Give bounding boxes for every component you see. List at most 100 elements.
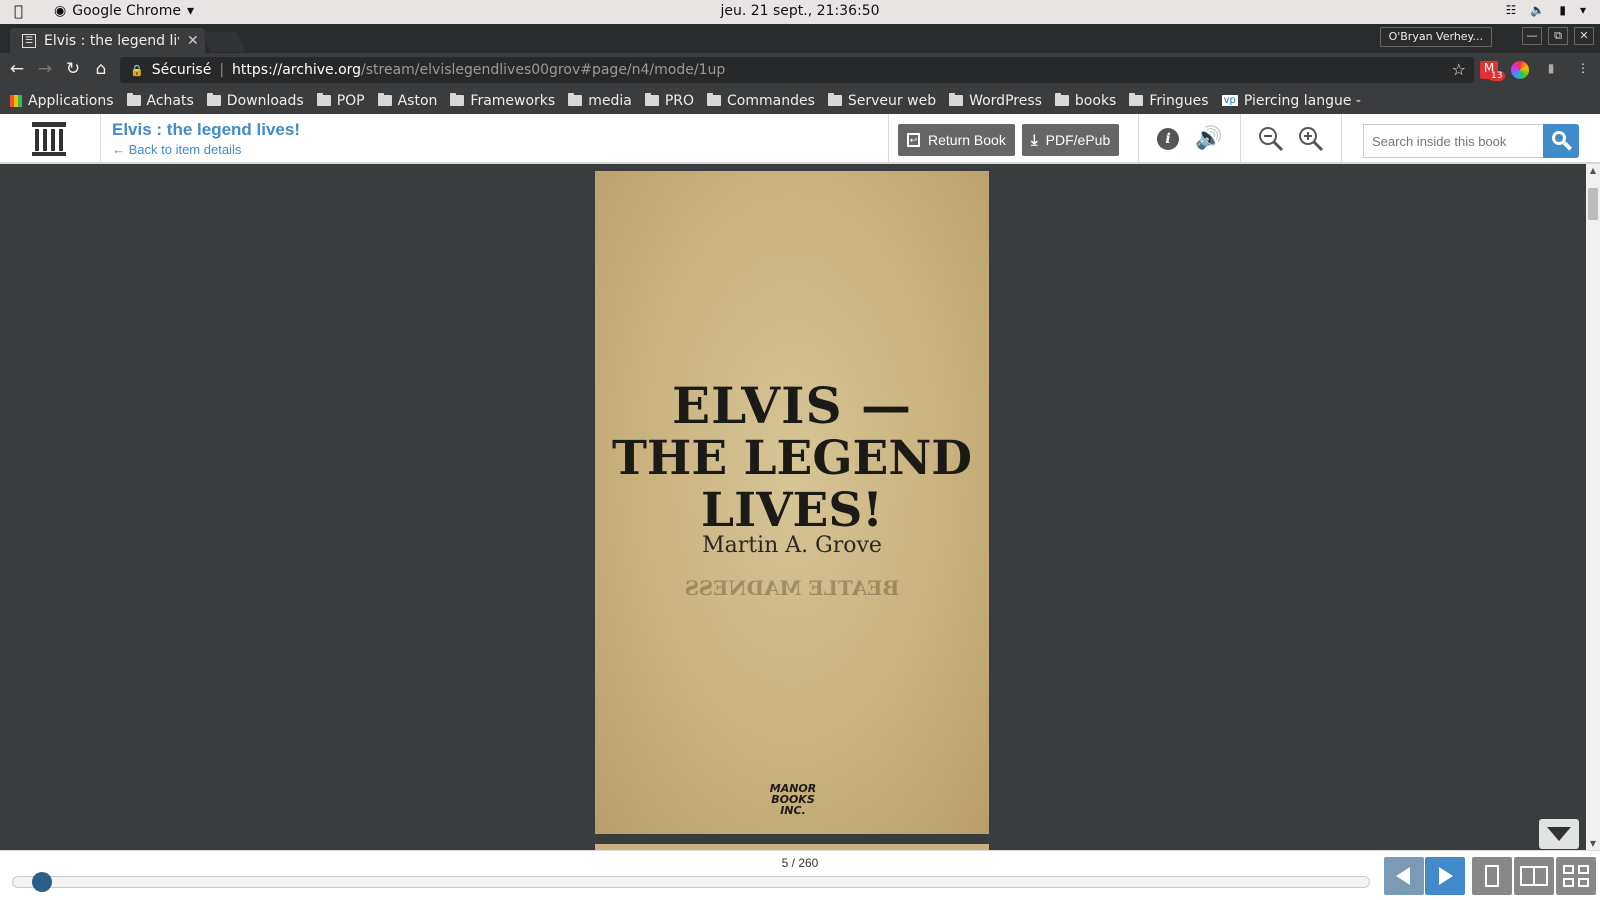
folder-icon — [316, 93, 331, 106]
color-picker-extension-icon[interactable] — [1511, 61, 1529, 79]
download-pdf-epub-button[interactable]: ⤓ PDF/ePub — [1022, 124, 1120, 156]
zoom-in-icon[interactable] — [1298, 126, 1324, 152]
divider — [100, 114, 101, 162]
secure-label: Sécurisé — [151, 62, 212, 78]
minimize-icon[interactable]: — — [1522, 27, 1542, 45]
divider — [1341, 114, 1342, 162]
bookmark-label: Commandes — [727, 92, 815, 109]
download-icon: ⤓ — [1031, 131, 1038, 149]
app-name: Google Chrome — [72, 3, 181, 19]
bookmark-item[interactable]: vp Piercing langue - — [1221, 93, 1361, 109]
chevron-down-icon[interactable]: ▾ — [1580, 3, 1586, 17]
folder-icon — [206, 93, 221, 106]
bookmark-label: WordPress — [969, 92, 1042, 109]
info-icon[interactable]: i — [1157, 128, 1179, 150]
folder-icon — [377, 93, 392, 106]
folder-icon — [707, 93, 722, 106]
bookmark-item[interactable]: POP — [316, 93, 365, 109]
page-author: Martin A. Grove — [702, 533, 882, 558]
reload-icon[interactable]: ↻ — [62, 59, 84, 79]
bookmark-item[interactable]: Fringues — [1129, 92, 1209, 109]
volume-icon[interactable]: 🔈 — [1530, 3, 1545, 17]
book-viewer[interactable]: BEATLE MADNESS ELVIS — THE LEGEND LIVES!… — [0, 164, 1586, 850]
scroll-up-icon[interactable]: ▲ — [1586, 166, 1600, 175]
book-title[interactable]: Elvis : the legend lives! — [112, 120, 300, 140]
menu-kebab-icon[interactable]: ⋮ — [1574, 61, 1592, 79]
url-path: /stream/elvislegendlives00grov#page/n4/m… — [361, 62, 726, 78]
profile-button[interactable]: O'Bryan Verhey... — [1379, 27, 1492, 47]
two-page-view-button[interactable] — [1514, 857, 1554, 895]
app-menu[interactable]: ◉ Google Chrome ▾ — [54, 3, 194, 19]
close-tab-icon[interactable]: ✕ — [187, 33, 199, 49]
page-title-line-3: LIVES! — [701, 483, 883, 538]
extension-icon[interactable]: ▮ — [1542, 61, 1560, 79]
viewer-scrollbar[interactable]: ▲ ▼ — [1586, 164, 1600, 850]
bookmark-item[interactable]: Commandes — [707, 93, 815, 109]
page-slider-handle[interactable] — [32, 872, 53, 892]
bookmark-item[interactable]: PRO — [644, 92, 695, 109]
bookmark-item[interactable]: Applications — [10, 93, 114, 109]
bookmark-label: Frameworks — [470, 92, 556, 109]
bookmark-item[interactable]: Aston — [377, 92, 438, 109]
gmail-badge: 13 — [1488, 71, 1506, 81]
forward-arrow-icon[interactable]: → — [34, 59, 56, 79]
browser-toolbar: ← → ↻ ⌂ 🔒 Sécurisé | https://archive.org… — [0, 53, 1600, 87]
search-button[interactable] — [1543, 124, 1579, 158]
tab-title: Elvis : the legend lives! — [44, 32, 179, 49]
archive-favicon-icon: ☰ — [22, 33, 36, 48]
bookmark-item[interactable]: media — [568, 93, 632, 109]
apple-icon[interactable]:  — [14, 2, 23, 20]
separator: | — [219, 62, 225, 78]
bookmark-label: Fringues — [1149, 92, 1209, 109]
lock-icon: 🔒 — [130, 63, 144, 77]
bookmark-label: Serveur web — [847, 92, 937, 109]
book-page[interactable]: BEATLE MADNESS ELVIS — THE LEGEND LIVES!… — [595, 171, 989, 834]
page-indicator: 5 / 260 — [781, 856, 819, 870]
divider — [888, 114, 889, 162]
bookreader-footer: 5 / 260 — [0, 850, 1600, 900]
folder-icon — [1054, 93, 1069, 106]
folder-icon — [949, 93, 964, 106]
internet-archive-logo-icon[interactable] — [32, 122, 66, 156]
battery-icon[interactable]: ▮ — [1559, 3, 1566, 17]
bookmark-item[interactable]: Frameworks — [450, 93, 555, 109]
toggle-navbar-button[interactable] — [1539, 819, 1579, 849]
browser-tab[interactable]: ☰ Elvis : the legend lives! ✕ — [10, 28, 205, 53]
home-icon[interactable]: ⌂ — [90, 59, 112, 79]
system-tray: ☷ 🔈 ▮ ▾ — [1506, 3, 1586, 17]
bookmark-item[interactable]: WordPress — [949, 93, 1042, 109]
bookmark-label: Aston — [397, 92, 438, 109]
bookmark-item[interactable]: Downloads — [206, 93, 304, 109]
previous-page-button[interactable] — [1384, 857, 1424, 895]
tab-strip: ☰ Elvis : the legend lives! ✕ O'Bryan Ve… — [0, 24, 1600, 53]
bookreader-header: Elvis : the legend lives! ← Back to item… — [0, 114, 1600, 164]
bookmark-label: Applications — [28, 92, 114, 109]
address-bar[interactable]: 🔒 Sécurisé | https://archive.org/stream/… — [120, 57, 1474, 83]
page-title-line-1: ELVIS — — [671, 376, 913, 435]
bookmark-item[interactable]: Serveur web — [827, 92, 937, 109]
scrollbar-thumb[interactable] — [1588, 188, 1598, 220]
page-slider[interactable] — [12, 876, 1370, 888]
bookmark-label: Achats — [146, 92, 194, 109]
search-inside-input[interactable] — [1363, 124, 1543, 158]
bookmark-item[interactable]: books — [1054, 93, 1116, 109]
close-window-icon[interactable]: ✕ — [1574, 27, 1594, 45]
return-icon: ↩ — [907, 133, 920, 147]
back-arrow-icon[interactable]: ← — [6, 59, 28, 79]
bookmark-star-icon[interactable]: ☆ — [1452, 60, 1466, 79]
scroll-down-icon[interactable]: ▼ — [1586, 839, 1600, 848]
return-book-button[interactable]: ↩ Return Book — [898, 124, 1015, 156]
read-aloud-speaker-icon[interactable]: 🔊 — [1195, 126, 1222, 152]
thumbnail-view-button[interactable] — [1556, 857, 1596, 895]
back-to-item-link[interactable]: ← Back to item details — [112, 142, 241, 157]
one-page-view-button[interactable] — [1472, 857, 1512, 895]
os-menu-bar:  ◉ Google Chrome ▾ jeu. 21 sept., 21:36… — [0, 0, 1600, 24]
zoom-out-icon[interactable] — [1258, 126, 1284, 152]
next-page-button[interactable] — [1425, 857, 1465, 895]
new-tab-button[interactable] — [203, 32, 245, 52]
bookmark-item[interactable]: Achats — [126, 92, 194, 109]
wifi-icon[interactable]: ☷ — [1506, 3, 1517, 17]
bookmarks-bar: Applications Achats Downloads POP Aston Frame… — [0, 87, 1600, 114]
bookmark-label: PRO — [664, 92, 695, 109]
restore-icon[interactable]: ⧉ — [1548, 27, 1568, 45]
